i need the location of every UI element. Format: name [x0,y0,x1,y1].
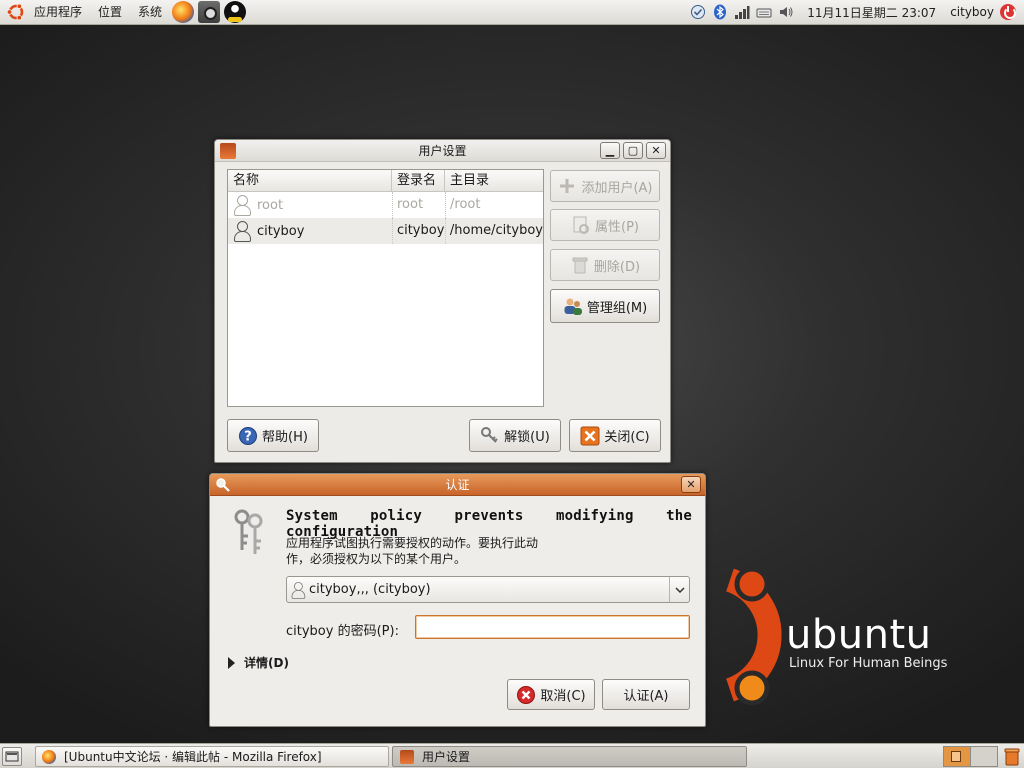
auth-magnifier-icon[interactable] [215,477,231,493]
delete-label: 删除(D) [593,259,641,275]
keys-icon [481,426,498,443]
help-label: 帮助(H) [262,430,308,445]
properties-icon [573,216,589,234]
bottom-panel: [Ubuntu中文论坛 · 编辑此帖 - Mozilla Firefox] 用户… [0,743,1024,768]
user-row-root[interactable]: root root /root [228,192,543,218]
firefox-icon[interactable] [172,1,195,23]
help-button[interactable]: ? 帮助(H) [227,419,319,452]
trash-icon [572,257,588,274]
expander-arrow-icon [228,656,235,669]
firefox-icon [42,749,56,764]
desktop-icon [5,751,19,762]
details-expander[interactable]: 详情(D) [228,654,289,671]
add-user-label: 添加用户(A) [581,180,653,196]
taskbar-item-label: [Ubuntu中文论坛 · 编辑此帖 - Mozilla Firefox] [64,750,322,764]
add-user-button[interactable]: 添加用户(A) [550,170,660,202]
user-name-cell: root [257,197,284,213]
cancel-label: 取消(C) [540,689,586,704]
manage-groups-label: 管理组(M) [586,300,648,316]
delete-button[interactable]: 删除(D) [550,249,660,281]
help-icon: ? [239,426,258,445]
column-header-name[interactable]: 名称 [228,170,392,191]
group-icon [564,298,582,315]
ubuntu-wordmark: ubuntu [786,612,932,658]
clock[interactable]: 11月11日星期二 23:07 [797,4,946,21]
user-icon [233,195,251,216]
user-home-cell: /home/cityboy [444,218,543,244]
authentication-dialog: 认证 ✕ System policy prevents modifying th… [209,473,706,727]
user-icon [233,221,251,242]
power-icon[interactable] [1000,4,1016,20]
taskbar-item-users-settings[interactable]: 用户设置 [392,746,747,767]
properties-label: 属性(P) [595,219,639,235]
menu-applications[interactable]: 应用程序 [26,0,90,25]
authenticate-button[interactable]: 认证(A) [602,679,690,710]
column-header-home[interactable]: 主目录 [445,170,543,191]
bluetooth-icon[interactable] [712,4,728,20]
network-signal-icon[interactable] [734,4,750,20]
manage-groups-button[interactable]: 管理组(M) [550,289,660,323]
user-name-cell: cityboy [257,223,305,239]
taskbar-item-firefox[interactable]: [Ubuntu中文论坛 · 编辑此帖 - Mozilla Firefox] [35,746,389,767]
ubuntu-menu-icon[interactable] [6,2,26,22]
qq-penguin-icon[interactable] [224,1,247,23]
users-settings-window: 用户设置 ▁ ▢ ✕ 名称 登录名 主目录 root root /root ci… [214,139,671,463]
update-notifier-icon[interactable] [690,4,706,20]
unlock-button[interactable]: 解锁(U) [469,419,561,452]
user-icon [291,581,306,599]
keyboard-icon[interactable] [756,4,772,20]
user-home-cell: /root [445,192,543,218]
maximize-button[interactable]: ▢ [623,142,643,159]
close-label: 关闭(C) [604,430,650,445]
close-window-button[interactable]: ✕ [646,142,666,159]
users-app-icon[interactable] [220,142,236,159]
menu-places[interactable]: 位置 [90,0,130,25]
user-switcher[interactable]: cityboy [946,5,1000,19]
auth-dialog-titlebar[interactable]: 认证 ✕ [210,474,705,496]
auth-description: 应用程序试图执行需要授权的动作。要执行此动作，必须授权为以下的某个用户。 [286,536,539,566]
user-list-header: 名称 登录名 主目录 [228,170,543,192]
password-field[interactable] [415,615,690,639]
details-label: 详情(D) [244,656,289,670]
unlock-label: 解锁(U) [504,430,550,445]
auth-close-window-button[interactable]: ✕ [681,476,701,493]
taskbar-item-label: 用户设置 [422,750,471,764]
authentication-keys-icon [234,509,263,554]
identity-combo[interactable]: cityboy,,, (cityboy) [286,576,690,603]
users-app-icon [400,749,414,764]
svg-text:?: ? [244,429,252,444]
top-panel: 应用程序 位置 系统 11月11日星期二 23:07 cityboy [0,0,1024,25]
identity-selected: cityboy,,, (cityboy) [309,582,431,597]
show-desktop-button[interactable] [2,747,22,766]
camera-icon[interactable] [198,1,221,23]
workspace-1[interactable] [944,747,971,766]
trash-icon[interactable] [1003,747,1021,766]
password-label: cityboy 的密码(P): [286,624,399,639]
cancel-button[interactable]: 取消(C) [507,679,595,710]
workspace-switcher[interactable] [943,746,998,767]
chevron-down-icon[interactable] [669,577,689,602]
user-login-cell: root [392,192,445,218]
auth-dialog-title: 认证 [445,478,470,492]
volume-icon[interactable] [778,4,794,20]
ubuntu-tagline: Linux For Human Beings [789,656,948,671]
plus-icon [560,179,575,193]
close-icon [580,426,600,445]
close-button[interactable]: 关闭(C) [569,419,661,452]
users-window-titlebar[interactable]: 用户设置 ▁ ▢ ✕ [215,140,670,162]
user-row-cityboy[interactable]: cityboy cityboy /home/cityboy [228,218,543,244]
cancel-icon [517,685,536,704]
properties-button[interactable]: 属性(P) [550,209,660,241]
menu-system[interactable]: 系统 [130,0,170,25]
column-header-login[interactable]: 登录名 [392,170,445,191]
minimize-button[interactable]: ▁ [600,142,620,159]
user-login-cell: cityboy [391,218,445,244]
workspace-2[interactable] [971,747,997,766]
user-list[interactable]: 名称 登录名 主目录 root root /root cityboy cityb… [227,169,544,407]
system-tray: 11月11日星期二 23:07 cityboy [687,4,1024,21]
authenticate-label: 认证(A) [623,689,669,704]
